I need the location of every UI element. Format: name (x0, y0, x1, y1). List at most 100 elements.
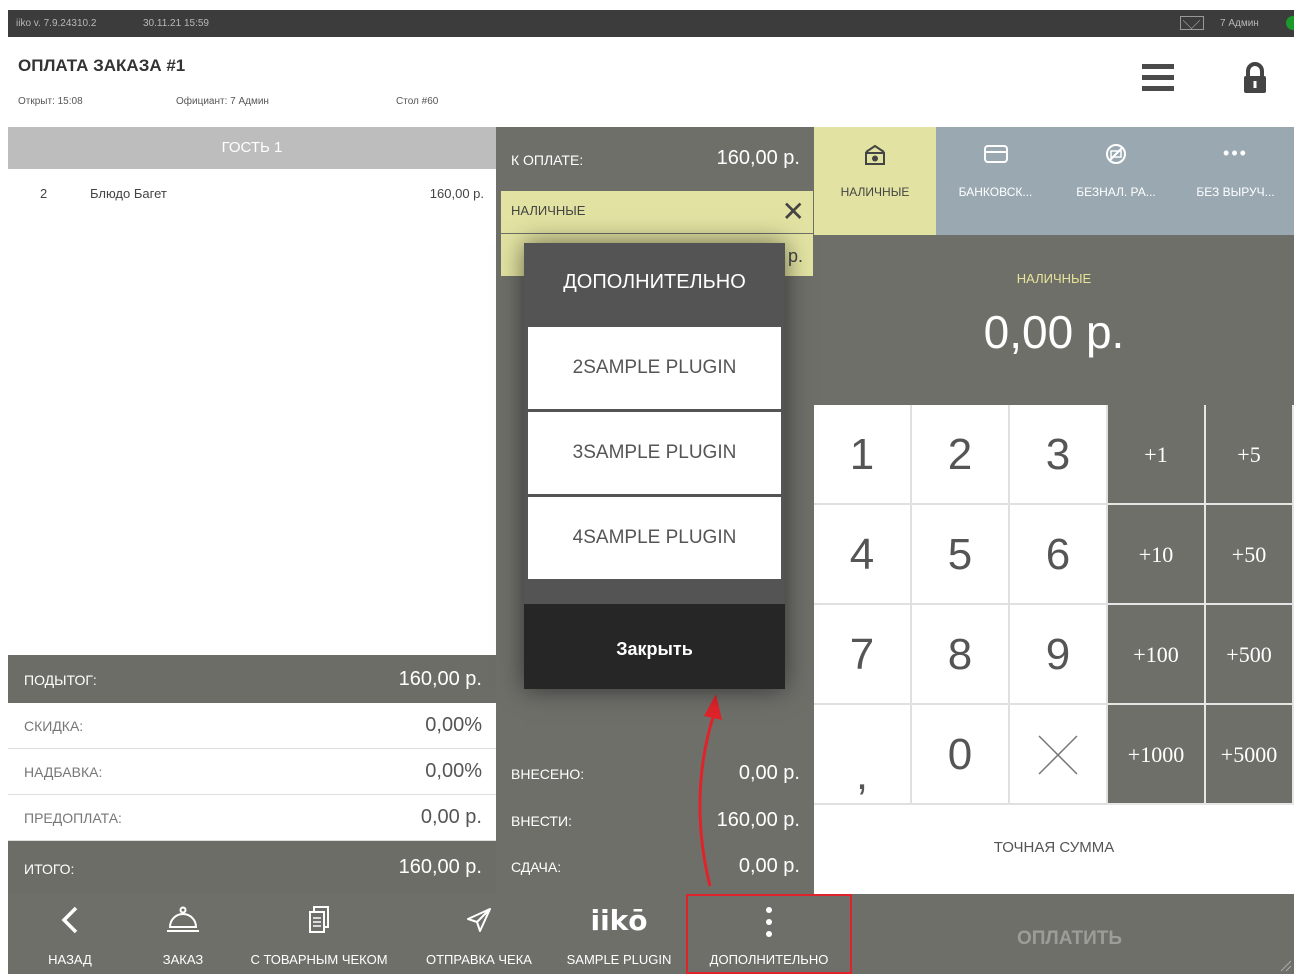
app-version: iiko v. 7.9.24310.2 (16, 18, 97, 29)
change-row: СДАЧА: 0,00 р. (496, 850, 814, 886)
cash-icon (814, 143, 936, 173)
lock-icon[interactable] (1242, 62, 1268, 94)
hamburger-menu-icon[interactable] (1142, 64, 1174, 92)
more-label: ДОПОЛНИТЕЛЬНО (709, 952, 829, 967)
surcharge-value: 0,00% (425, 760, 482, 782)
due-row: ВНЕСТИ: 160,00 р. (496, 804, 814, 840)
prepayment-label: ПРЕДОПЛАТА: (24, 810, 122, 826)
discount-row[interactable]: СКИДКА: 0,00% (8, 703, 496, 749)
payment-line-value: р. (787, 246, 803, 266)
key-plus-1000[interactable]: +1000 (1108, 705, 1206, 805)
plugin-option-2[interactable]: 2SAMPLE PLUGIN (528, 327, 781, 409)
cashless-icon (1055, 143, 1177, 171)
key-5[interactable]: 5 (912, 505, 1010, 605)
page-title: ОПЛАТА ЗАКАЗА #1 (18, 56, 186, 75)
payment-line-cash[interactable]: НАЛИЧНЫЕ ✕ (501, 191, 813, 233)
key-3[interactable]: 3 (1010, 405, 1108, 505)
send-receipt-button[interactable]: ОТПРАВКА ЧЕКА (418, 894, 540, 974)
payment-type-label: БЕЗНАЛ. РА... (1076, 185, 1156, 199)
vertical-dots-icon (688, 904, 850, 940)
key-plus-10[interactable]: +10 (1108, 505, 1206, 605)
pay-button[interactable]: ОПЛАТИТЬ (845, 894, 1294, 974)
key-0[interactable]: 0 (912, 705, 1010, 805)
key-6[interactable]: 6 (1010, 505, 1108, 605)
resize-grip-icon[interactable] (1278, 958, 1292, 972)
more-dots-icon: ••• (1223, 143, 1248, 163)
more-dialog: ДОПОЛНИТЕЛЬНО 2SAMPLE PLUGIN 3SAMPLE PLU… (524, 243, 785, 689)
to-pay-label: К ОПЛАТЕ: (511, 152, 584, 168)
close-button[interactable]: Закрыть (524, 604, 785, 689)
total-row: ИТОГО: 160,00 р. (8, 841, 496, 894)
item-price: 160,00 р. (429, 186, 484, 201)
key-backspace[interactable] (1010, 705, 1108, 805)
payment-type-label: БАНКОВСК... (958, 185, 1033, 199)
receipt-with-goods-label: С ТОВАРНЫМ ЧЕКОМ (250, 952, 388, 967)
payment-type-bank-card[interactable]: БАНКОВСК... (936, 127, 1055, 235)
receipt-icon (240, 902, 398, 938)
key-plus-500[interactable]: +500 (1206, 605, 1294, 705)
change-value: 0,00 р. (738, 855, 800, 877)
payment-type-label: НАЛИЧНЫЕ (840, 185, 910, 199)
order-button[interactable]: ЗАКАЗ (144, 894, 222, 974)
key-1[interactable]: 1 (814, 405, 912, 505)
key-plus-5000[interactable]: +5000 (1206, 705, 1294, 805)
amount-label: НАЛИЧНЫЕ (1016, 271, 1092, 286)
status-user: 7 Админ (1220, 18, 1259, 29)
payment-type-cashless[interactable]: БЕЗНАЛ. РА... (1055, 127, 1177, 235)
guest-header[interactable]: ГОСТЬ 1 (8, 127, 496, 169)
surcharge-label: НАДБАВКА: (24, 764, 103, 780)
amount-display: НАЛИЧНЫЕ 0,00 р. (814, 235, 1294, 405)
order-item-row[interactable]: 2 Блюдо Багет 160,00 р. (8, 180, 496, 208)
paper-plane-icon (418, 902, 540, 938)
prepayment-value: 0,00 р. (420, 806, 482, 828)
clear-x-icon (1038, 735, 1078, 775)
mail-icon[interactable] (1180, 16, 1204, 30)
discount-label: СКИДКА: (24, 718, 84, 734)
key-plus-5[interactable]: +5 (1206, 405, 1294, 505)
subtotal-label: ПОДЫТОГ: (24, 672, 97, 688)
prepayment-row[interactable]: ПРЕДОПЛАТА: 0,00 р. (8, 795, 496, 841)
change-label: СДАЧА: (511, 859, 562, 875)
item-qty: 2 (40, 186, 48, 201)
to-pay-row: К ОПЛАТЕ: 160,00 р. (496, 145, 814, 177)
amount-value: 0,00 р. (983, 306, 1125, 358)
payment-type-no-revenue[interactable]: ••• БЕЗ ВЫРУЧ... (1177, 127, 1294, 235)
cloche-icon (144, 902, 222, 938)
payment-line-label: НАЛИЧНЫЕ (511, 203, 586, 218)
surcharge-row[interactable]: НАДБАВКА: 0,00% (8, 749, 496, 795)
status-bar: iiko v. 7.9.24310.2 30.11.21 15:59 7 Адм… (8, 10, 1294, 37)
table-number: Стол #60 (396, 96, 439, 107)
due-label: ВНЕСТИ: (511, 813, 572, 829)
discount-value: 0,00% (425, 714, 482, 736)
back-label: НАЗАД (48, 952, 92, 967)
item-name: Блюдо Багет (90, 186, 167, 201)
key-4[interactable]: 4 (814, 505, 912, 605)
key-plus-100[interactable]: +100 (1108, 605, 1206, 705)
remove-payment-icon[interactable]: ✕ (782, 195, 805, 228)
plugin-option-3[interactable]: 3SAMPLE PLUGIN (528, 412, 781, 494)
to-pay-value: 160,00 р. (716, 147, 800, 169)
order-label: ЗАКАЗ (162, 952, 204, 967)
send-receipt-label: ОТПРАВКА ЧЕКА (426, 952, 532, 967)
back-button[interactable]: НАЗАД (30, 894, 110, 974)
chevron-left-icon (30, 902, 110, 938)
key-plus-1[interactable]: +1 (1108, 405, 1206, 505)
dialog-title: ДОПОЛНИТЕЛЬНО (563, 271, 746, 293)
exact-amount-button[interactable]: ТОЧНАЯ СУММА (814, 805, 1294, 891)
online-status-icon (1286, 16, 1294, 30)
plugin-option-4[interactable]: 4SAMPLE PLUGIN (528, 497, 781, 579)
receipt-with-goods-button[interactable]: С ТОВАРНЫМ ЧЕКОМ (240, 894, 398, 974)
key-7[interactable]: 7 (814, 605, 912, 705)
waiter-name: Официант: 7 Админ (176, 96, 269, 107)
subtotal-row: ПОДЫТОГ: 160,00 р. (8, 655, 496, 703)
key-2[interactable]: 2 (912, 405, 1010, 505)
key-plus-50[interactable]: +50 (1206, 505, 1294, 605)
sample-plugin-button[interactable]: iikō SAMPLE PLUGIN (556, 894, 682, 974)
key-comma[interactable]: , (814, 705, 912, 805)
payment-type-cash[interactable]: НАЛИЧНЫЕ (814, 127, 936, 235)
paid-label: ВНЕСЕНО: (511, 766, 585, 782)
paid-row: ВНЕСЕНО: 0,00 р. (496, 757, 814, 793)
more-button[interactable]: ДОПОЛНИТЕЛЬНО (686, 894, 852, 974)
key-8[interactable]: 8 (912, 605, 1010, 705)
key-9[interactable]: 9 (1010, 605, 1108, 705)
